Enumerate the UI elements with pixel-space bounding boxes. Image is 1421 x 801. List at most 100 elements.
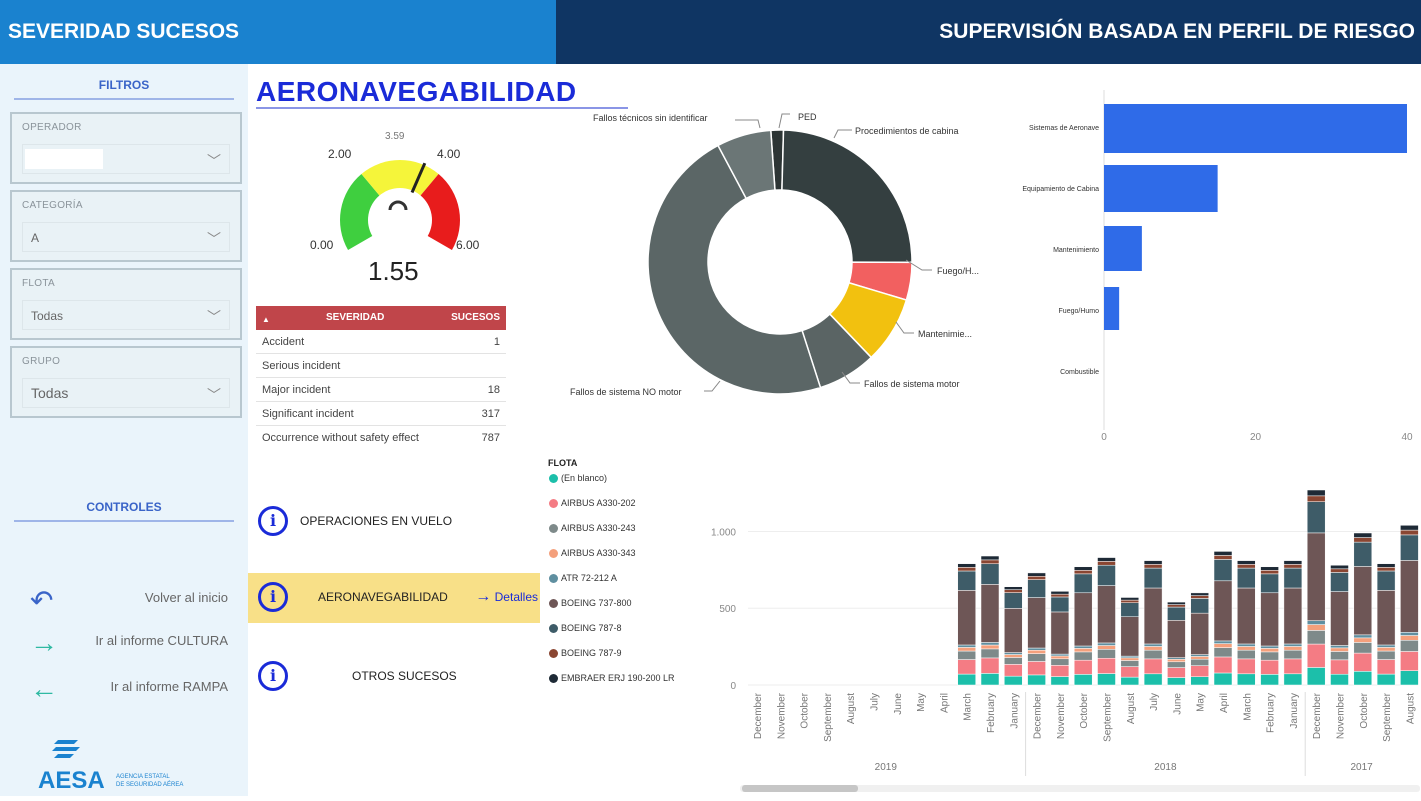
stacked-bar-segment[interactable]: [1143, 658, 1163, 675]
stacked-bar-segment[interactable]: [1213, 643, 1233, 648]
stacked-bar-segment[interactable]: [1004, 586, 1023, 590]
stacked-bar-segment[interactable]: [1306, 489, 1326, 497]
stacked-bar-segment[interactable]: [1190, 612, 1209, 655]
stacked-bar-segment[interactable]: [1330, 673, 1349, 686]
sort-asc-icon[interactable]: ▲: [262, 315, 270, 324]
stacked-bar-segment[interactable]: [1237, 658, 1256, 675]
stacked-bar-segment[interactable]: [1400, 632, 1419, 636]
stacked-bar-segment[interactable]: [980, 584, 1000, 643]
stacked-bar-segment[interactable]: [957, 570, 976, 591]
stacked-bar-segment[interactable]: [980, 648, 1000, 659]
stacked-bar-segment[interactable]: [1400, 560, 1419, 633]
legend-item[interactable]: (En blanco): [548, 472, 698, 497]
scrollbar-thumb[interactable]: [742, 785, 858, 792]
stacked-bar-segment[interactable]: [1027, 576, 1046, 580]
stacked-bar-segment[interactable]: [1027, 572, 1046, 577]
stacked-bar-segment[interactable]: [1330, 651, 1349, 661]
operador-select[interactable]: ﹀: [22, 144, 230, 174]
stacked-bar-segment[interactable]: [1167, 604, 1186, 608]
stacked-bar-segment[interactable]: [1050, 655, 1070, 660]
stacked-bar-segment[interactable]: [1330, 568, 1349, 573]
stacked-bar-segment[interactable]: [1353, 637, 1373, 643]
stacked-bar-segment[interactable]: [1027, 597, 1046, 649]
stacked-bar-segment[interactable]: [1283, 643, 1303, 647]
stacked-bar-segment[interactable]: [980, 657, 1000, 674]
stacked-bar-segment[interactable]: [1027, 653, 1046, 662]
stacked-bar-segment[interactable]: [957, 659, 976, 675]
categoria-select[interactable]: A ﹀: [22, 222, 230, 252]
stacked-bar-segment[interactable]: [957, 673, 976, 686]
stacked-bar-segment[interactable]: [1073, 566, 1093, 571]
nav-otros-sucesos[interactable]: i OTROS SUCESOS: [248, 652, 540, 702]
stacked-bar-segment[interactable]: [980, 642, 1000, 646]
legend-item[interactable]: AIRBUS A330-343: [548, 547, 698, 572]
stacked-bar-segment[interactable]: [1190, 598, 1209, 614]
stacked-bar-segment[interactable]: [1376, 650, 1396, 660]
stacked-bar-segment[interactable]: [1306, 620, 1326, 625]
stacked-bar-segment[interactable]: [980, 644, 1000, 650]
stacked-bar-segment[interactable]: [1097, 649, 1116, 659]
stacked-bar-segment[interactable]: [957, 644, 976, 648]
stacked-bar-segment[interactable]: [1120, 616, 1140, 657]
stacked-bar-segment[interactable]: [1167, 667, 1186, 678]
legend-item[interactable]: EMBRAER ERJ 190-200 LR: [548, 672, 698, 697]
stacked-bar-segment[interactable]: [957, 647, 976, 652]
stacked-bar-segment[interactable]: [1260, 570, 1279, 575]
stacked-bar-segment[interactable]: [1400, 651, 1419, 671]
stacked-bar-segment[interactable]: [1400, 640, 1419, 652]
stacked-bar-segment[interactable]: [1237, 643, 1256, 647]
stacked-bar-segment[interactable]: [1376, 567, 1396, 572]
stacked-bar-segment[interactable]: [1283, 673, 1303, 686]
stacked-bar-segment[interactable]: [980, 559, 1000, 565]
stacked-bar-segment[interactable]: [1167, 659, 1186, 663]
stacked-bar-segment[interactable]: [957, 590, 976, 646]
hbar-bar[interactable]: [1104, 287, 1120, 330]
filter-operador[interactable]: OPERADOR ﹀: [10, 112, 242, 184]
stacked-bar-segment[interactable]: [1027, 650, 1046, 654]
hbar-bar[interactable]: [1104, 104, 1407, 153]
legend-item[interactable]: AIRBUS A330-202: [548, 497, 698, 522]
stacked-bar-segment[interactable]: [1237, 649, 1256, 660]
stacked-bar-segment[interactable]: [1260, 659, 1279, 675]
stacked-bar-segment[interactable]: [1120, 660, 1140, 667]
stacked-bar-segment[interactable]: [1073, 659, 1093, 675]
stacked-bar-segment[interactable]: [1073, 648, 1093, 653]
stacked-bar-segment[interactable]: [1306, 630, 1326, 645]
stacked-bar-segment[interactable]: [1376, 563, 1396, 568]
stacked-bar-segment[interactable]: [1050, 665, 1070, 677]
stacked-bar-segment[interactable]: [1004, 657, 1023, 665]
filter-grupo[interactable]: GRUPO Todas ﹀: [10, 346, 242, 418]
stacked-bar-segment[interactable]: [1073, 592, 1093, 647]
stacked-bar-segment[interactable]: [1260, 674, 1279, 686]
stacked-bar-segment[interactable]: [1120, 597, 1140, 601]
stacked-bar-segment[interactable]: [1376, 590, 1396, 646]
stacked-bar-segment[interactable]: [1260, 648, 1279, 653]
stacked-bar-segment[interactable]: [980, 673, 1000, 686]
stacked-bar-segment[interactable]: [1306, 667, 1326, 686]
stacked-bar-segment[interactable]: [1237, 587, 1256, 645]
stacked-bar-segment[interactable]: [980, 555, 1000, 561]
stacked-bar-segment[interactable]: [1376, 647, 1396, 652]
stacked-bar-segment[interactable]: [1353, 541, 1373, 567]
details-link[interactable]: → Detalles: [475, 588, 538, 606]
stacked-bar-segment[interactable]: [1120, 599, 1140, 603]
stacked-bar-segment[interactable]: [1330, 645, 1349, 649]
stacked-bar-segment[interactable]: [1283, 587, 1303, 645]
stacked-bar-segment[interactable]: [1027, 579, 1046, 598]
legend-item[interactable]: AIRBUS A330-243: [548, 522, 698, 547]
stacked-bar-segment[interactable]: [1400, 670, 1419, 686]
stacked-bar-segment[interactable]: [1050, 653, 1070, 657]
stacked-bar-segment[interactable]: [1306, 495, 1326, 502]
stacked-bar-segment[interactable]: [1190, 656, 1209, 660]
stacked-bar-segment[interactable]: [1050, 676, 1070, 686]
stacked-bar-segment[interactable]: [1073, 645, 1093, 649]
stacked-bar-segment[interactable]: [1143, 643, 1163, 647]
stacked-bar-segment[interactable]: [1353, 537, 1373, 543]
stacked-bar-segment[interactable]: [1213, 551, 1233, 556]
stacked-bar-segment[interactable]: [1283, 658, 1303, 675]
stacked-bar-segment[interactable]: [1050, 593, 1070, 598]
stacked-bar-segment[interactable]: [1190, 658, 1209, 666]
stacked-bar-segment[interactable]: [1376, 659, 1396, 675]
stacked-bar-segment[interactable]: [1237, 646, 1256, 651]
stacked-bar-segment[interactable]: [1143, 560, 1163, 565]
